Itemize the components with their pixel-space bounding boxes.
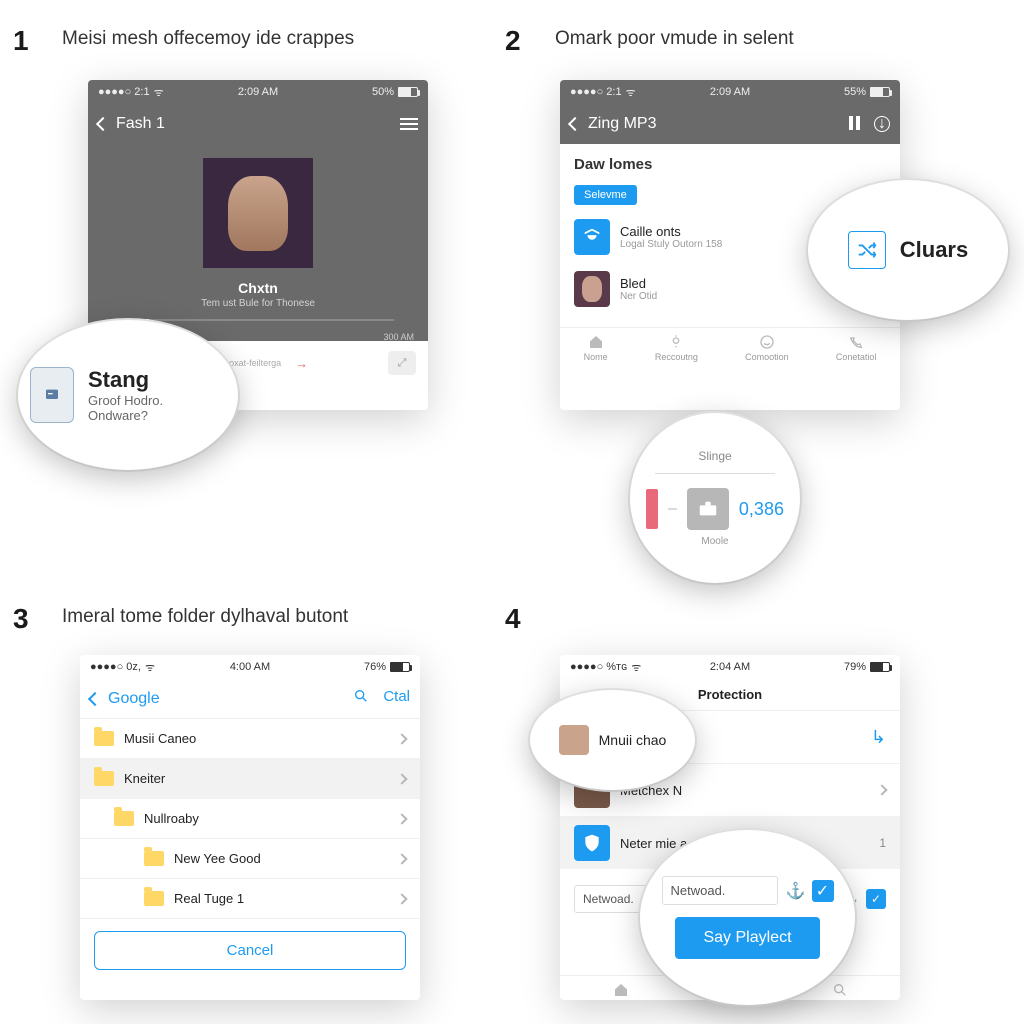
back-button[interactable]: Fash 1 [98,115,165,133]
pause-icon[interactable] [849,116,860,132]
folder-row[interactable]: New Yee Good [80,839,420,879]
nav-bar: Zing MP3 ↓ [560,104,900,144]
chevron-right-icon [396,853,407,864]
nav-title: Zing MP3 [588,115,656,133]
track-title: Chxtn [238,280,278,296]
app-card-icon [30,367,74,423]
briefcase-icon[interactable] [687,488,729,530]
track-subtitle: Tem ust Bule for Thonese [201,298,315,309]
step-caption-2: Omark poor vmude in selent [555,28,794,50]
callout-4b: Netwoad. ⚓ ✓ Say Playlect [640,830,855,1005]
network-input-zoom[interactable]: Netwoad. [662,876,778,905]
info-icon[interactable]: ↓ [874,116,890,132]
step-caption-1: Meisi mesh offecemoy ide crappes [62,28,354,50]
search-icon[interactable] [353,688,369,709]
callout-4a: Mnuii chao [530,690,695,790]
slinge-number: 0,386 [739,499,784,520]
chevron-right-icon [396,813,407,824]
battery-icon [870,662,890,672]
tab-bar: Nome Reccoutng Comootion Conetatiol [560,327,900,368]
tab-home[interactable]: Nome [584,334,608,362]
chevron-left-icon [568,117,582,131]
chevron-left-icon [88,691,102,705]
action-button[interactable]: Ctal [383,688,410,709]
callout-title: Stang [88,367,163,393]
tab-connection[interactable]: Comootion [745,334,789,362]
callout-2: Cluars [808,180,1008,320]
chevron-right-icon [396,893,407,904]
music-icon [574,219,610,255]
face-placeholder [228,176,288,251]
folder-icon [114,811,134,826]
tab-contact[interactable]: Conetatiol [836,334,877,362]
battery-icon [870,87,890,97]
nav-bar: Google Ctal [80,679,420,719]
arrow-right-icon[interactable]: → [295,356,308,371]
status-time: 4:00 AM [80,661,420,673]
anchor-icon[interactable]: ⚓ [786,881,806,901]
folder-row[interactable]: Nullroaby [80,799,420,839]
status-bar: ●●●●○ %ᴛɢᯤ 2:04 AM 79% [560,655,900,679]
pink-bar [646,489,658,529]
tab-recording[interactable]: Reccoutng [655,334,698,362]
slinge-caption: Moole [701,536,728,547]
menu-icon[interactable] [400,118,418,130]
cancel-button[interactable]: Cancel [94,931,406,970]
share-icon[interactable]: ↳ [871,727,886,748]
callout-line2: Ondware? [88,408,163,423]
phone-3: ●●●●○ 0ᴢ,ᯤ 4:00 AM 76% Google Ctal Musii… [80,655,420,1000]
status-bar: ●●●●○ 2:1ᯤ 2:09 AM 50% [88,80,428,104]
tab-disnal[interactable]: Disnal [609,982,634,1000]
status-bar: ●●●●○ 2:1ᯤ 2:09 AM 55% [560,80,900,104]
folder-row[interactable]: Kneiter [80,759,420,799]
badge-count: 1 [879,836,886,850]
folder-icon [94,771,114,786]
time-end: 300 AM [383,332,414,342]
section-header: Daw lomes [560,144,900,179]
folder-icon [94,731,114,746]
selevme-button[interactable]: Selevme [574,185,637,205]
chevron-left-icon [96,117,110,131]
avatar [559,725,589,755]
step-number-3: 3 [13,603,29,635]
folder-row[interactable]: Musii Caneo [80,719,420,759]
folder-icon [144,891,164,906]
battery-icon [390,662,410,672]
folder-row[interactable]: Real Tuge 1 [80,879,420,919]
nav-bar: Fash 1 [88,104,428,144]
progress-bar[interactable] [122,319,394,321]
step-number-4: 4 [505,603,521,635]
chevron-right-icon [396,733,407,744]
callout-label: Cluars [900,237,968,263]
avatar [574,271,610,307]
status-time: 2:04 AM [560,661,900,673]
check-icon[interactable]: ✓ [812,880,834,902]
say-playlect-button-zoom[interactable]: Say Playlect [675,917,819,959]
player-area: Chxtn Tem ust Bule for Thonese [88,144,428,341]
shield-icon [574,825,610,861]
status-bar: ●●●●○ 0ᴢ,ᯤ 4:00 AM 76% [80,655,420,679]
step-number-1: 1 [13,25,29,57]
battery-icon [398,87,418,97]
step-number-2: 2 [505,25,521,57]
shuffle-icon[interactable] [848,231,886,269]
status-time: 2:09 AM [88,86,428,98]
status-time: 2:09 AM [560,86,900,98]
slinge-label: Slinge [698,449,731,463]
folder-icon [144,851,164,866]
tab-mone[interactable]: Mone [829,982,852,1000]
check-icon[interactable]: ✓ [866,889,886,909]
callout-slinge: Slinge – 0,386 Moole [630,413,800,583]
step-caption-3: Imeral tome folder dylhaval butont [62,606,348,628]
back-button[interactable]: Google [90,690,160,708]
chevron-right-icon [396,773,407,784]
expand-button[interactable]: ⤢ [388,351,416,375]
callout-1: Stang Groof Hodro. Ondware? [18,320,238,470]
nav-title: Fash 1 [116,115,165,133]
chevron-right-icon [876,784,887,795]
callout-line1: Groof Hodro. [88,393,163,408]
callout-row-title: Mnuii chao [599,732,667,748]
album-art[interactable] [203,158,313,268]
back-button[interactable]: Zing MP3 [570,115,656,133]
